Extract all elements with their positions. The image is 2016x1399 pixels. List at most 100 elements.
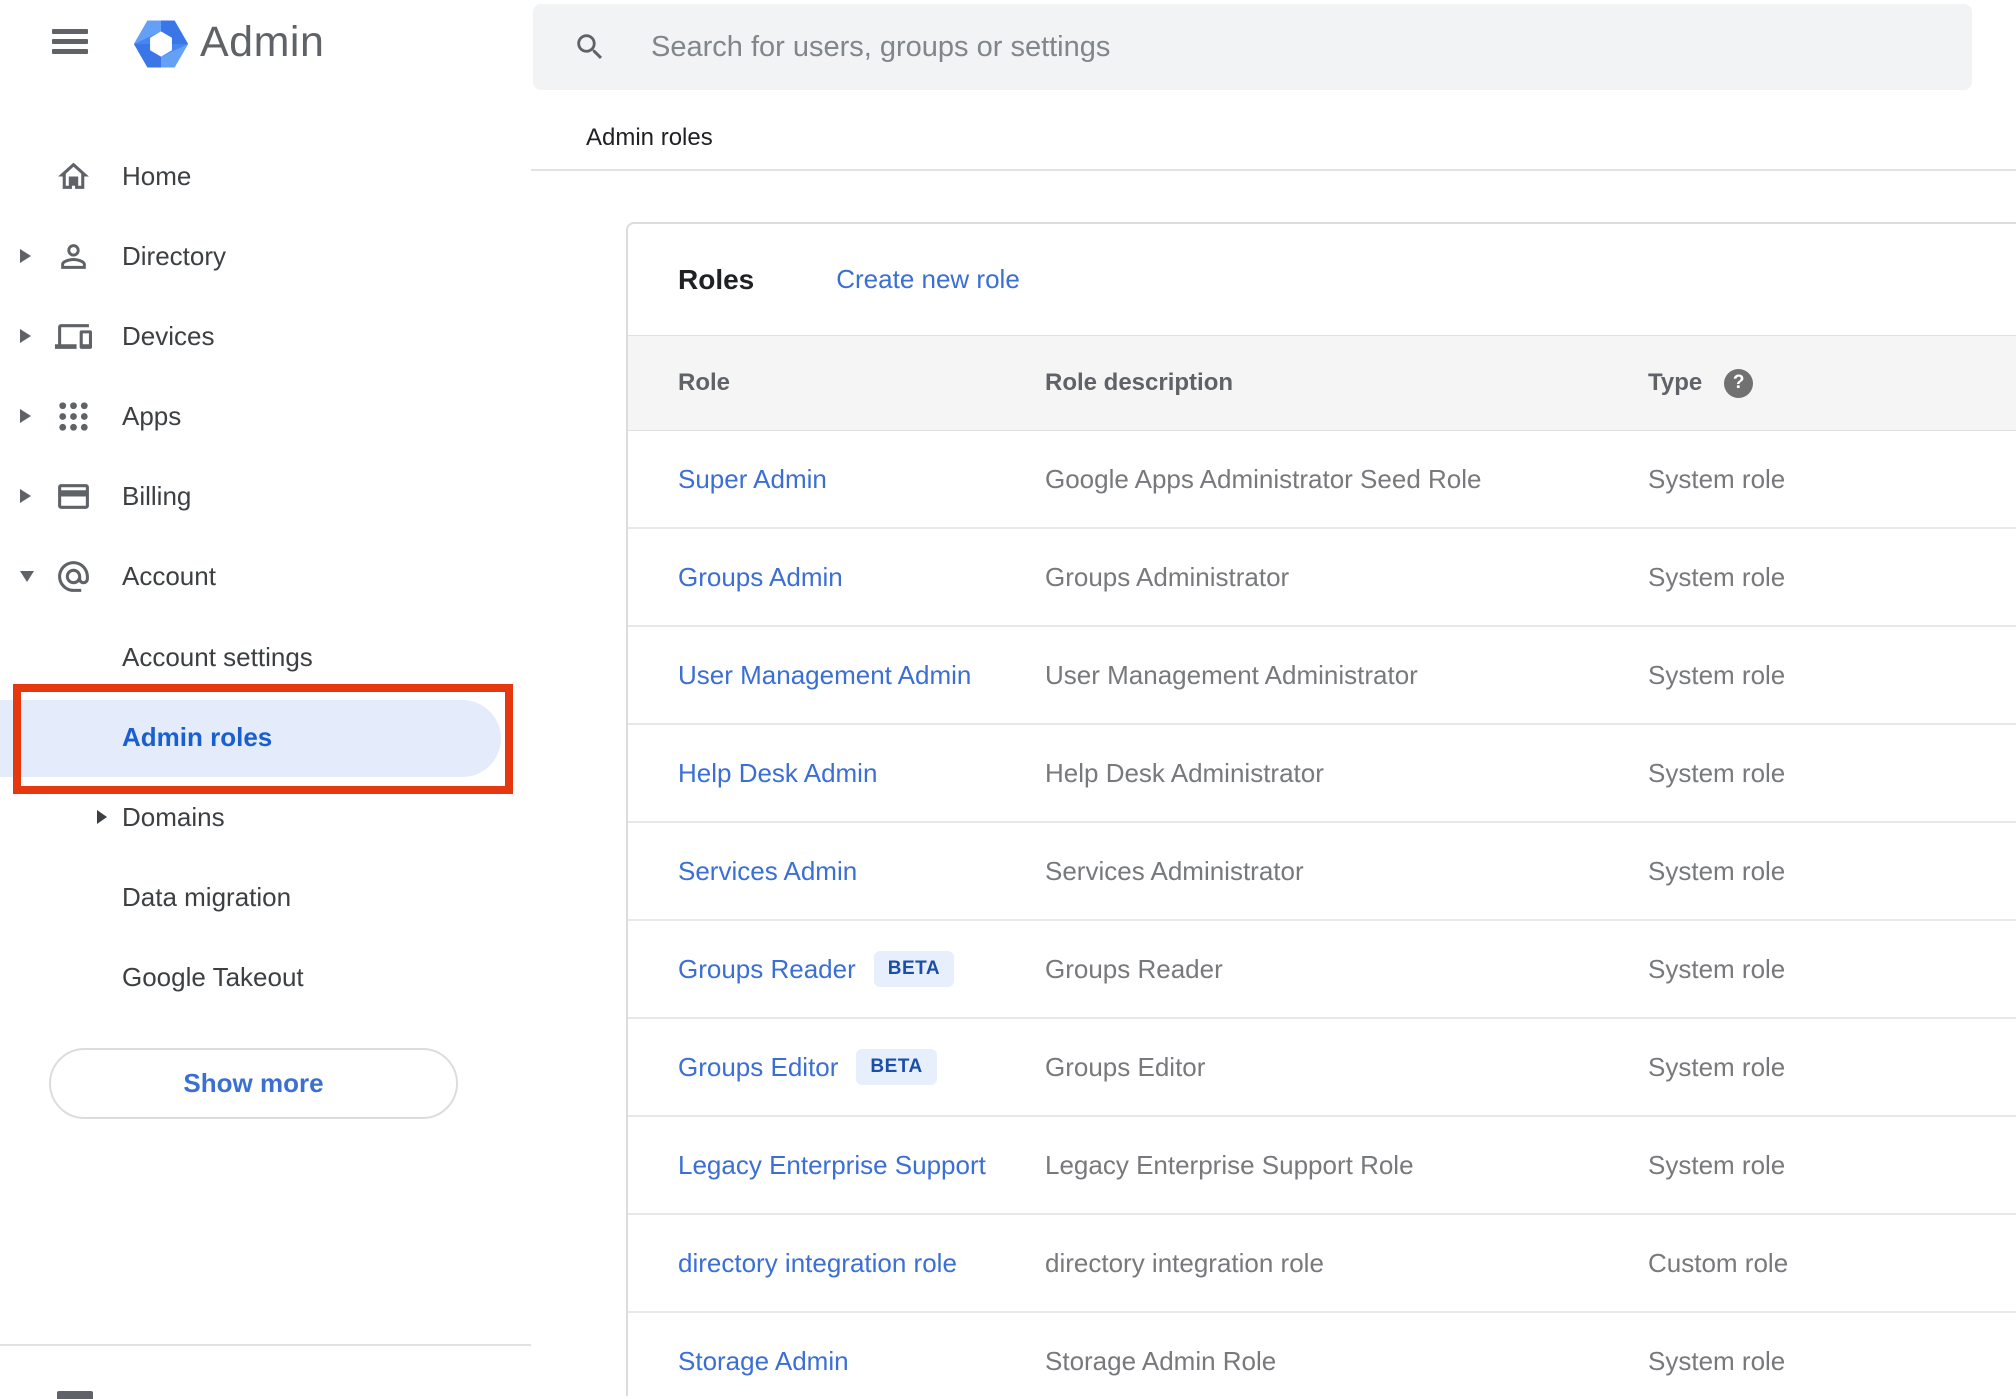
header-divider — [531, 169, 2016, 171]
role-link[interactable]: Help Desk Admin — [678, 758, 877, 789]
breadcrumb: Admin roles — [586, 124, 713, 151]
sidebar-item-account[interactable]: Account — [0, 536, 531, 616]
role-type: Custom role — [1648, 1247, 1789, 1278]
sidebar-item-google-takeout[interactable]: Google Takeout — [0, 937, 531, 1017]
role-description: Storage Admin Role — [1045, 1345, 1277, 1376]
column-header-role: Role — [678, 369, 731, 396]
table-row: directory integration role directory int… — [628, 1215, 2016, 1313]
account-subnav: Account settings Admin roles Domains Dat… — [0, 617, 531, 1017]
column-header-type: Type ? — [1648, 368, 2016, 398]
role-type: System role — [1648, 463, 1786, 494]
expand-right-icon[interactable] — [20, 329, 31, 343]
role-link[interactable]: directory integration role — [678, 1248, 957, 1279]
role-link[interactable]: Groups Admin — [678, 562, 843, 593]
role-link[interactable]: User Management Admin — [678, 660, 971, 691]
role-description: Groups Administrator — [1045, 561, 1290, 592]
sidebar-item-account-settings[interactable]: Account settings — [0, 617, 531, 697]
role-description: directory integration role — [1045, 1247, 1324, 1278]
role-description: Groups Editor — [1045, 1051, 1206, 1082]
table-row: Help Desk Admin Help Desk Administrator … — [628, 725, 2016, 823]
role-type: System role — [1648, 953, 1786, 984]
table-row: Legacy Enterprise Support Legacy Enterpr… — [628, 1117, 2016, 1215]
sidebar-bottom-divider — [0, 1344, 531, 1346]
sidebar-item-label: Account — [122, 560, 216, 591]
role-description: Services Administrator — [1045, 855, 1304, 886]
show-more-label: Show more — [183, 1068, 324, 1098]
sidebar-item-label: Account settings — [122, 641, 313, 672]
card-title: Roles — [678, 263, 755, 295]
expand-right-icon[interactable] — [20, 249, 31, 263]
role-description: User Management Administrator — [1045, 659, 1418, 690]
sidebar-item-label: Directory — [122, 240, 227, 271]
menu-icon[interactable] — [52, 27, 88, 55]
beta-badge: BETA — [856, 1049, 937, 1085]
sidebar-item-directory[interactable]: Directory — [0, 216, 531, 296]
role-type: System role — [1648, 757, 1786, 788]
table-row: Groups Reader BETA Groups Reader System … — [628, 921, 2016, 1019]
sidebar-item-label: Domains — [122, 801, 225, 832]
role-link[interactable]: Legacy Enterprise Support — [678, 1150, 986, 1181]
role-type: System role — [1648, 1051, 1786, 1082]
table-row: Groups Admin Groups Administrator System… — [628, 529, 2016, 627]
role-type: System role — [1648, 659, 1786, 690]
table-header-row: Role Role description Type ? — [628, 335, 2016, 431]
beta-badge: BETA — [873, 951, 955, 987]
credit-card-icon — [55, 478, 122, 515]
sidebar-item-label: Devices — [122, 320, 215, 351]
devices-icon — [55, 318, 122, 355]
table-row: Groups Editor BETA Groups Editor System … — [628, 1019, 2016, 1117]
role-link[interactable]: Groups Editor — [678, 1052, 838, 1083]
sidebar-item-admin-roles[interactable]: Admin roles — [0, 697, 531, 777]
table-row: User Management Admin User Management Ad… — [628, 627, 2016, 725]
role-type: System role — [1648, 561, 1786, 592]
roles-card-header: Roles Create new role — [628, 224, 2016, 335]
at-sign-icon — [55, 558, 122, 595]
sidebar-item-label: Admin roles — [122, 721, 273, 752]
table-row: Super Admin Google Apps Administrator Se… — [628, 431, 2016, 529]
home-icon — [55, 158, 122, 195]
role-description: Legacy Enterprise Support Role — [1045, 1149, 1414, 1180]
role-link[interactable]: Super Admin — [678, 464, 827, 495]
help-icon[interactable]: ? — [1724, 368, 1754, 398]
sidebar-item-label: Home — [122, 160, 192, 191]
show-more-button[interactable]: Show more — [49, 1048, 458, 1119]
expand-right-icon[interactable] — [97, 810, 107, 824]
column-header-description: Role description — [1045, 369, 1234, 396]
expand-down-icon[interactable] — [20, 570, 34, 582]
sidebar-item-billing[interactable]: Billing — [0, 456, 531, 536]
roles-card: Roles Create new role Role Role descript… — [626, 222, 2016, 1396]
role-type: System role — [1648, 1149, 1786, 1180]
role-description: Help Desk Administrator — [1045, 757, 1324, 788]
expand-right-icon[interactable] — [20, 489, 31, 503]
admin-logo-text: Admin — [200, 18, 325, 66]
expand-right-icon[interactable] — [20, 409, 31, 423]
role-type: System role — [1648, 1345, 1786, 1376]
table-row: Services Admin Services Administrator Sy… — [628, 823, 2016, 921]
role-description: Google Apps Administrator Seed Role — [1045, 463, 1482, 494]
role-type: System role — [1648, 855, 1786, 886]
role-description: Groups Reader — [1045, 953, 1223, 984]
search-icon — [577, 34, 603, 60]
create-new-role-link[interactable]: Create new role — [836, 264, 1020, 295]
role-link[interactable]: Services Admin — [678, 856, 857, 887]
sidebar-item-label: Data migration — [122, 881, 292, 912]
clipped-icon — [57, 1391, 93, 1399]
sidebar-item-label: Google Takeout — [122, 961, 304, 992]
apps-grid-icon — [55, 398, 122, 435]
sidebar-item-label: Apps — [122, 400, 182, 431]
sidebar-item-domains[interactable]: Domains — [0, 777, 531, 857]
person-icon — [55, 238, 122, 275]
sidebar-item-apps[interactable]: Apps — [0, 376, 531, 456]
admin-logo-icon — [133, 20, 189, 68]
table-row: Storage Admin Storage Admin Role System … — [628, 1313, 2016, 1396]
search-bar[interactable] — [533, 4, 1972, 90]
role-link[interactable]: Groups Reader — [678, 954, 856, 985]
search-input[interactable] — [649, 29, 1853, 65]
sidebar: Admin Home Directory Devices Apps Billin… — [0, 0, 531, 1399]
sidebar-item-devices[interactable]: Devices — [0, 296, 531, 376]
role-link[interactable]: Storage Admin — [678, 1346, 849, 1377]
sidebar-item-label: Billing — [122, 480, 192, 511]
sidebar-item-data-migration[interactable]: Data migration — [0, 857, 531, 937]
sidebar-nav: Home Directory Devices Apps Billing Acco… — [0, 136, 531, 616]
sidebar-item-home[interactable]: Home — [0, 136, 531, 216]
